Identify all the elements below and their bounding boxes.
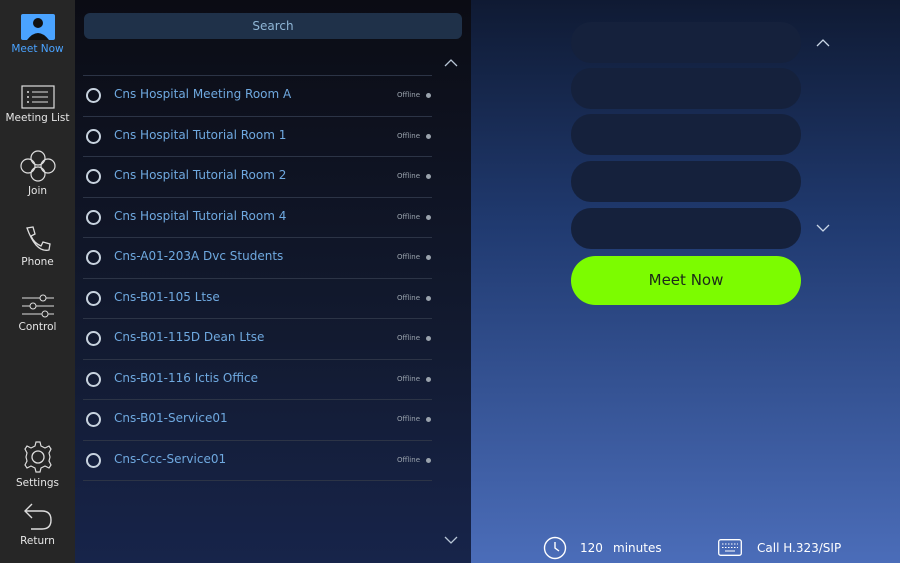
duration-value[interactable]: 120 — [580, 541, 603, 555]
radio-button[interactable] — [86, 290, 101, 306]
room-status: Offline — [397, 455, 420, 464]
room-name: Cns-Ccc-Service01 — [114, 451, 227, 466]
room-name: Cns Hospital Tutorial Room 1 — [114, 127, 287, 142]
meet-now-button[interactable]: Meet Now — [571, 256, 801, 305]
nav-return[interactable]: Return — [0, 500, 75, 547]
status-dot — [426, 336, 431, 341]
room-name: Cns-B01-115D Dean Ltse — [114, 330, 265, 344]
nav-settings-label: Settings — [15, 477, 60, 489]
room-status: Offline — [397, 91, 420, 99]
status-dot — [426, 255, 431, 260]
sliders-icon — [21, 294, 54, 318]
room-row[interactable]: Cns Hospital Tutorial Room 1 Offline — [83, 115, 432, 157]
duration-unit: minutes — [613, 541, 662, 555]
status-dot — [426, 376, 431, 382]
nav-meeting-list-label: Meeting List — [5, 112, 70, 124]
nav-control[interactable]: Control — [0, 294, 75, 333]
list-icon — [20, 85, 55, 109]
radio-button[interactable] — [86, 250, 101, 265]
nav-join-label: Join — [27, 185, 48, 197]
participants-down-icon[interactable] — [816, 221, 830, 235]
nav-meet-now[interactable]: Meet Now — [0, 14, 75, 55]
room-row[interactable]: Cns Hospital Tutorial Room 2 Offline — [83, 156, 432, 197]
keyboard-icon[interactable] — [718, 539, 742, 556]
status-dot — [426, 214, 431, 220]
room-row[interactable]: Cns-B01-105 Ltse Offline — [83, 277, 432, 319]
room-row[interactable]: Cns-B01-116 Ictis Office Offline — [83, 358, 432, 400]
join-icon — [19, 150, 56, 182]
room-name: Cns-B01-Service01 — [114, 411, 228, 425]
room-status: Offline — [397, 334, 420, 342]
room-name: Cns Hospital Meeting Room A — [114, 87, 292, 101]
person-icon — [20, 14, 55, 40]
radio-button[interactable] — [86, 169, 101, 184]
room-name: Cns Hospital Tutorial Room 2 — [114, 168, 287, 182]
participant-slot[interactable] — [571, 161, 801, 202]
room-row[interactable]: Cns-Ccc-Service01 Offline — [83, 439, 432, 481]
room-name: Cns Hospital Tutorial Room 4 — [114, 208, 287, 223]
radio-button[interactable] — [86, 331, 101, 346]
room-list: Cns Hospital Meeting Room A Offline Cns … — [83, 75, 432, 481]
status-dot — [426, 174, 431, 179]
room-name: Cns-A01-203A Dvc Students — [114, 249, 284, 263]
radio-button[interactable] — [86, 88, 101, 103]
radio-button[interactable] — [86, 209, 101, 225]
participant-slot[interactable] — [571, 68, 801, 109]
status-dot — [426, 417, 431, 422]
nav-meet-now-label: Meet Now — [11, 43, 64, 55]
gear-icon — [23, 441, 52, 473]
phone-icon — [25, 226, 51, 251]
nav-return-label: Return — [20, 535, 55, 547]
room-status: Offline — [397, 131, 420, 140]
room-status: Offline — [397, 253, 420, 261]
scroll-up-icon[interactable] — [444, 56, 458, 70]
radio-button[interactable] — [86, 452, 101, 468]
room-status: Offline — [397, 293, 420, 302]
radio-button[interactable] — [86, 412, 101, 427]
meeting-room-panel: Search Cns Hospital Meeting Room A Offli… — [75, 0, 471, 563]
sidebar: Meet Now Meeting List Join Phone Control… — [0, 0, 75, 563]
status-dot — [426, 133, 431, 139]
nav-meeting-list[interactable]: Meeting List — [0, 85, 75, 124]
room-name: Cns-B01-116 Ictis Office — [114, 370, 258, 385]
room-row[interactable]: Cns-A01-203A Dvc Students Offline — [83, 237, 432, 278]
nav-join[interactable]: Join — [0, 150, 75, 197]
status-dot — [426, 93, 431, 98]
room-name: Cns-B01-105 Ltse — [114, 289, 220, 304]
room-status: Offline — [397, 172, 420, 180]
meet-now-panel: Meet Now 120 minutes Call H.323/SIP — [471, 0, 900, 563]
room-status: Offline — [397, 415, 420, 423]
radio-button[interactable] — [86, 371, 101, 387]
participants-up-icon[interactable] — [816, 36, 830, 50]
room-row[interactable]: Cns Hospital Tutorial Room 4 Offline — [83, 196, 432, 238]
participant-slot[interactable] — [571, 208, 801, 249]
nav-control-label: Control — [18, 321, 57, 333]
status-dot — [426, 295, 431, 301]
participant-slot[interactable] — [571, 22, 801, 63]
radio-button[interactable] — [86, 128, 101, 144]
room-row[interactable]: Cns Hospital Meeting Room A Offline — [83, 75, 432, 116]
nav-phone-label: Phone — [21, 256, 54, 268]
scroll-down-icon[interactable] — [444, 533, 458, 547]
search-input[interactable]: Search — [84, 13, 462, 39]
room-row[interactable]: Cns-B01-Service01 Offline — [83, 399, 432, 440]
clock-icon — [543, 536, 567, 560]
return-icon — [23, 503, 52, 530]
room-status: Offline — [397, 374, 420, 383]
nav-settings[interactable]: Settings — [0, 440, 75, 489]
bottom-bar: 120 minutes Call H.323/SIP — [471, 533, 900, 563]
room-status: Offline — [397, 212, 420, 221]
nav-phone[interactable]: Phone — [0, 225, 75, 268]
status-dot — [426, 457, 431, 463]
participant-slot[interactable] — [571, 114, 801, 155]
room-row[interactable]: Cns-B01-115D Dean Ltse Offline — [83, 318, 432, 359]
call-type-button[interactable]: Call H.323/SIP — [757, 541, 841, 555]
